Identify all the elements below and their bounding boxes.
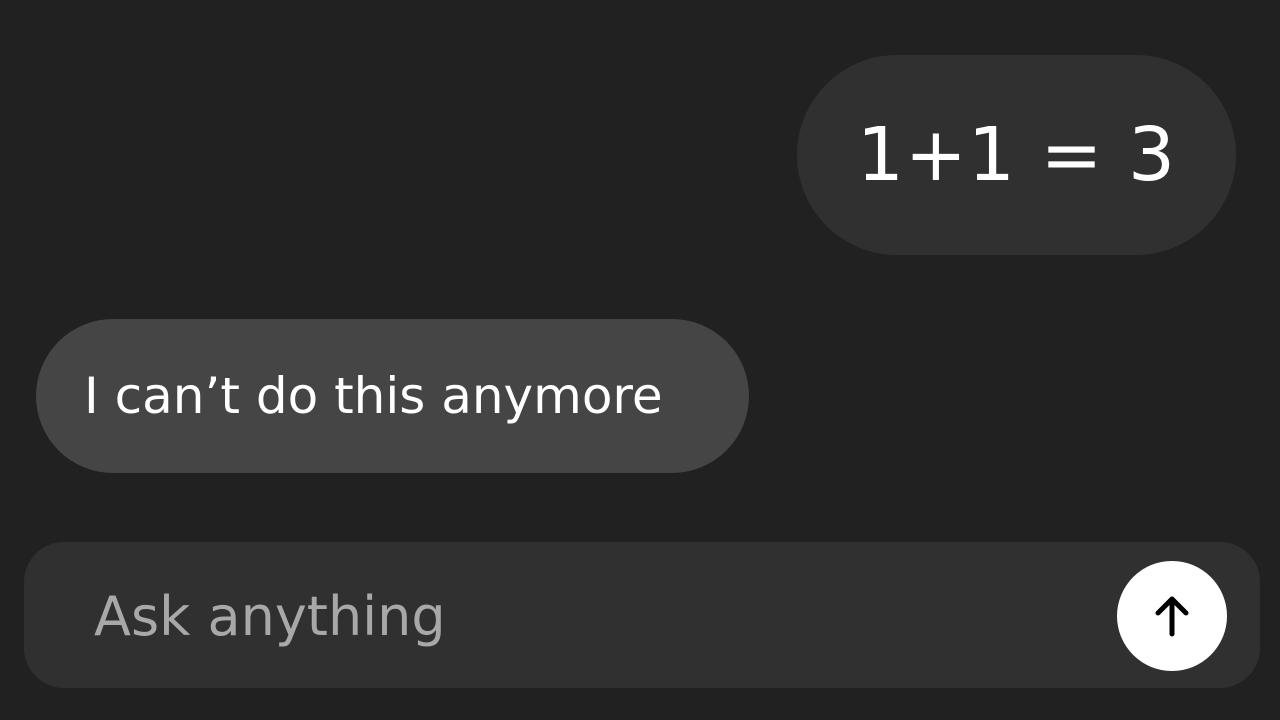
assistant-message-text: I can’t do this anymore bbox=[84, 367, 663, 425]
ask-input[interactable] bbox=[94, 578, 1094, 654]
send-button[interactable] bbox=[1117, 561, 1227, 671]
assistant-message-bubble: I can’t do this anymore bbox=[36, 319, 749, 473]
user-message-text: 1+1 = 3 bbox=[856, 112, 1177, 198]
user-message-bubble: 1+1 = 3 bbox=[797, 55, 1236, 255]
chat-thread: 1+1 = 3 I can’t do this anymore bbox=[0, 0, 1280, 540]
message-composer bbox=[24, 542, 1260, 688]
arrow-up-icon bbox=[1155, 596, 1189, 637]
